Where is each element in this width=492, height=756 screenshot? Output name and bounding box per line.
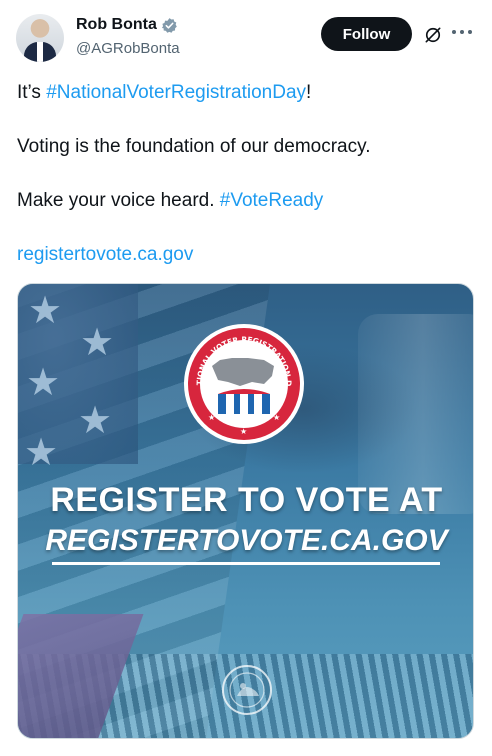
tweet-line-1: It’s #NationalVoterRegistrationDay!: [17, 82, 311, 104]
hashtag-vote-ready[interactable]: #VoteReady: [220, 190, 324, 211]
line3-prefix: Make your voice heard.: [17, 190, 220, 211]
star-icon: ★: [26, 362, 61, 404]
author-name-row[interactable]: Rob Bonta: [76, 16, 178, 34]
avatar[interactable]: [16, 14, 64, 62]
star-icon: ★: [24, 432, 59, 474]
star-icon: ★: [80, 322, 115, 364]
star-icon: ★: [78, 400, 113, 442]
hashtag-national-voter-registration-day[interactable]: #NationalVoterRegistrationDay: [46, 82, 306, 103]
follow-button[interactable]: Follow: [321, 17, 412, 51]
line1-suffix: !: [306, 82, 312, 103]
tweet-line-2: Voting is the foundation of our democrac…: [17, 136, 371, 157]
headline-line-1: REGISTER TO VOTE AT: [50, 481, 443, 519]
star-icon: ★: [28, 290, 63, 332]
author-name[interactable]: Rob Bonta: [76, 16, 157, 34]
headline-line-2: REGISTERTOVOTE.CA.GOV: [45, 524, 448, 557]
tweet-image[interactable]: ★ ★ ★ ★ ★ NATIONAL VOTER REGISTRATION DA…: [17, 283, 474, 739]
svg-text:★: ★: [240, 427, 247, 436]
svg-text:★: ★: [273, 413, 280, 422]
author-handle[interactable]: @AGRobBonta: [76, 40, 180, 57]
more-icon[interactable]: [452, 22, 472, 42]
tweet-line-3: Make your voice heard. #VoteReady: [17, 190, 323, 212]
voter-registration-badge: NATIONAL VOTER REGISTRATION DAY ★ ★ ★: [182, 322, 304, 444]
headline-underline: [52, 562, 440, 565]
verified-badge-icon: [161, 17, 177, 33]
registertovote-link[interactable]: registertovote.ca.gov: [17, 244, 193, 266]
line1-prefix: It’s: [17, 82, 47, 103]
grok-icon[interactable]: [423, 25, 443, 45]
svg-text:★: ★: [208, 413, 215, 422]
state-seal-icon: [222, 665, 272, 715]
